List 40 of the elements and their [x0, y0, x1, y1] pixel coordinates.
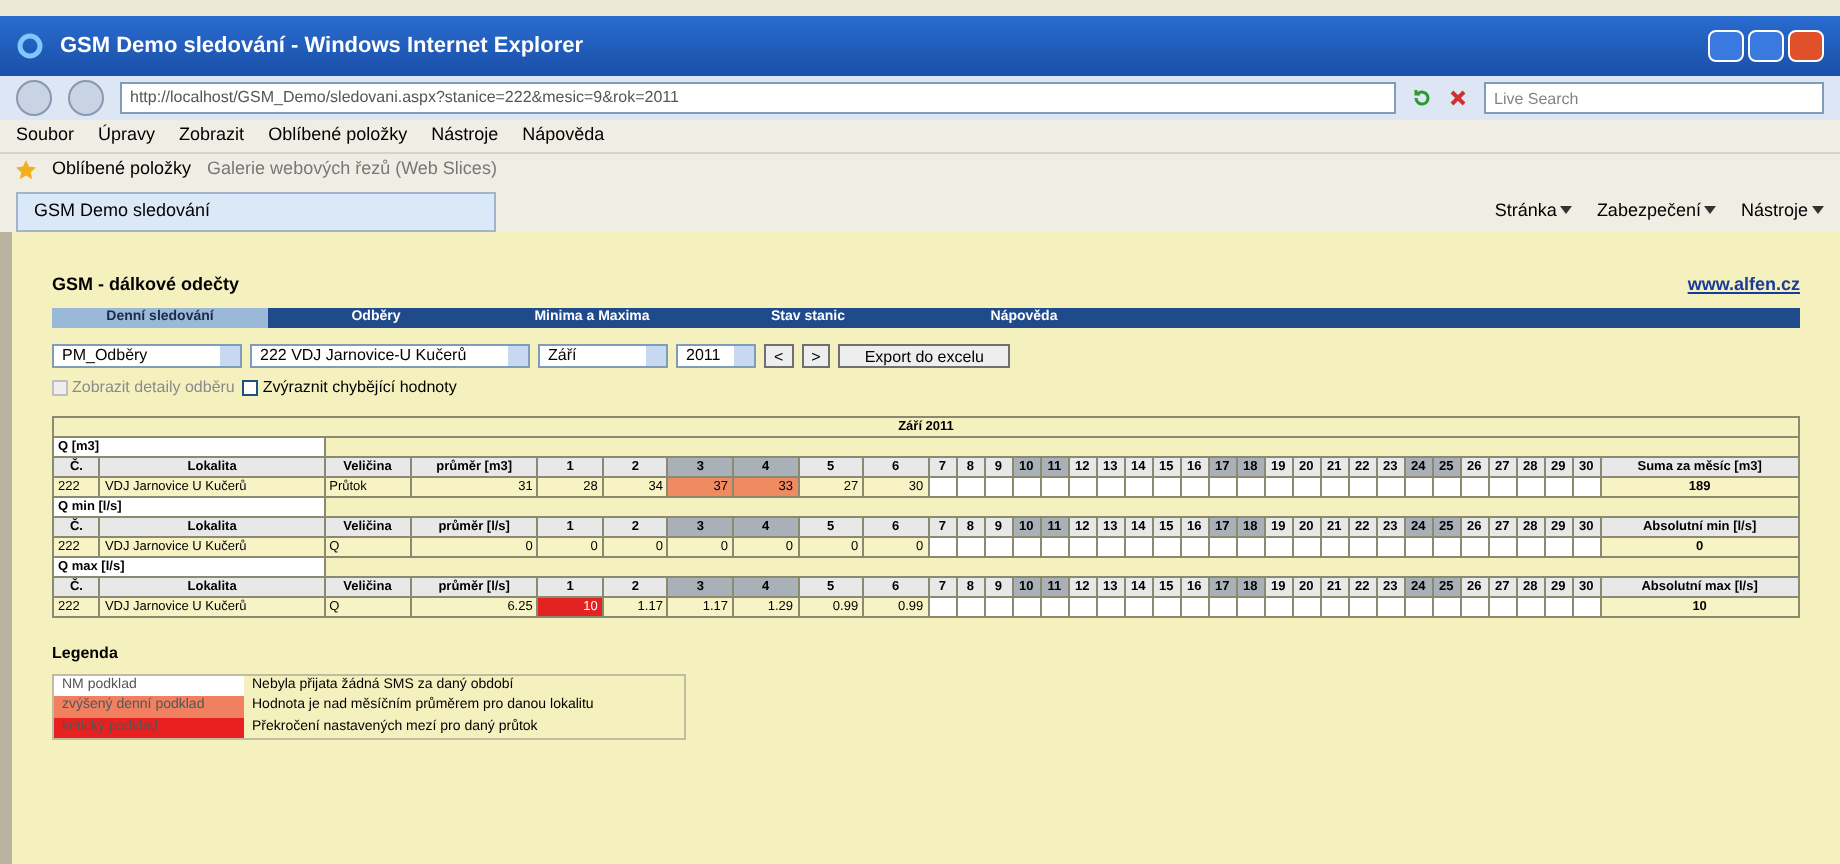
next-button[interactable]: >: [801, 343, 831, 367]
menu-item[interactable]: Úpravy: [98, 122, 156, 150]
menu-item[interactable]: Soubor: [16, 122, 75, 150]
refresh-icon[interactable]: [1412, 88, 1432, 108]
browser-tab[interactable]: GSM Demo sledování: [16, 192, 496, 232]
legend-title: Legenda: [52, 641, 120, 665]
filter-select[interactable]: PM_Odběry: [52, 343, 242, 367]
stop-icon[interactable]: [1448, 88, 1468, 108]
previous-button[interactable]: <: [764, 343, 794, 367]
caret-icon: [1704, 206, 1717, 215]
filter-select[interactable]: 2011: [676, 343, 756, 367]
command-menu[interactable]: Stránka: [1494, 197, 1573, 224]
menu-item[interactable]: Nástroje: [431, 122, 499, 150]
checkbox-label: Zobrazit detaily odběru: [72, 375, 235, 399]
window-title: GSM Demo sledování - Windows Internet Explorer: [60, 31, 583, 62]
website-link[interactable]: www.alfen.cz: [1687, 272, 1800, 299]
export-button[interactable]: Export do excelu: [838, 343, 1010, 367]
forward-button[interactable]: [68, 80, 104, 116]
menu-item[interactable]: Oblíbené položky: [268, 122, 408, 150]
command-menu[interactable]: Zabezpečení: [1596, 197, 1717, 224]
menu-item[interactable]: Zobrazit: [179, 122, 245, 150]
checkbox-label: Zvýraznit chybějící hodnoty: [262, 375, 457, 399]
minimize-button[interactable]: [1708, 30, 1744, 62]
star-icon: [16, 159, 36, 179]
browser-logo-icon: [16, 32, 44, 60]
maximize-button[interactable]: [1748, 30, 1784, 62]
caret-icon: [1812, 206, 1824, 215]
caret-icon: [1560, 206, 1573, 215]
page-title: GSM - dálkové odečty: [52, 272, 240, 298]
favorites-item[interactable]: Galerie webových řezů (Web Slices): [207, 155, 497, 183]
command-menu[interactable]: Nástroje: [1740, 197, 1824, 224]
filter-select[interactable]: 222 VDJ Jarnovice-U Kučerů: [250, 343, 530, 367]
address-field[interactable]: http://localhost/GSM_Demo/sledovani.aspx?stanice=222&mesic=9&rok=2011: [120, 82, 1396, 114]
close-button[interactable]: [1788, 30, 1824, 62]
filter-select[interactable]: Září: [538, 343, 668, 367]
back-button[interactable]: [16, 80, 52, 116]
checkbox[interactable]: [242, 379, 259, 395]
favorites-button[interactable]: Oblíbené položky: [52, 155, 192, 183]
menu-item[interactable]: Nápověda: [522, 122, 605, 150]
search-field[interactable]: Live Search: [1484, 82, 1824, 114]
